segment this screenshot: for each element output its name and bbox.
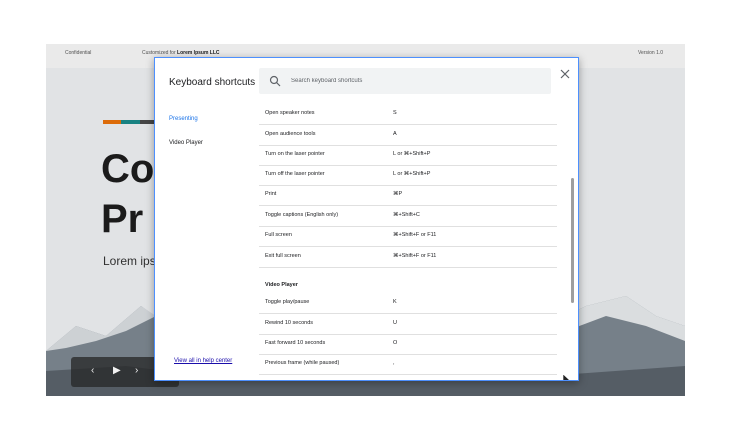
shortcut-key: , — [393, 360, 395, 366]
shortcut-label: Fast forward 10 seconds — [265, 340, 326, 346]
help-center-link[interactable]: View all in help center — [174, 358, 232, 364]
close-icon[interactable] — [559, 68, 571, 80]
scrollbar-thumb[interactable] — [571, 178, 574, 303]
shortcut-key: A — [393, 131, 397, 137]
search-box[interactable] — [259, 68, 551, 94]
section-heading-video-player: Video Player — [265, 282, 298, 288]
shortcut-label: Previous frame (while paused) — [265, 360, 340, 366]
shortcut-label: Toggle captions (English only) — [265, 212, 339, 218]
shortcut-key: ⌘+Shift+F or F11 — [393, 232, 437, 238]
shortcut-row: Open speaker notes S — [259, 104, 557, 125]
shortcut-label: Turn off the laser pointer — [265, 171, 325, 177]
shortcut-key: ⌘+Shift+C — [393, 212, 420, 218]
shortcut-label: Toggle play/pause — [265, 299, 310, 305]
shortcut-row: Turn off the laser pointer L or ⌘+Shift+… — [259, 165, 557, 186]
shortcut-key: O — [393, 340, 398, 346]
shortcut-label: Open speaker notes — [265, 110, 315, 116]
shortcut-row: Rewind 10 seconds U — [259, 314, 557, 335]
shortcut-key: U — [393, 320, 397, 326]
shortcut-key: L or ⌘+Shift+P — [393, 151, 431, 157]
shortcut-key: L or ⌘+Shift+P — [393, 171, 431, 177]
shortcut-label: Open audience tools — [265, 131, 316, 137]
search-icon — [269, 75, 281, 87]
shortcut-key: ⌘+Shift+F or F11 — [393, 253, 437, 259]
shortcut-label: Rewind 10 seconds — [265, 320, 314, 326]
shortcut-label: Exit full screen — [265, 253, 301, 259]
shortcut-row: Fast forward 10 seconds O — [259, 334, 557, 355]
shortcut-row: Print ⌘P — [259, 185, 557, 206]
shortcut-list: Open speaker notes S Open audience tools… — [259, 104, 559, 380]
shortcut-key: ⌘P — [393, 191, 403, 197]
shortcut-row: Toggle play/pause K — [259, 293, 557, 314]
shortcut-row: Turn on the laser pointer L or ⌘+Shift+P — [259, 145, 557, 166]
shortcut-key: S — [393, 110, 397, 116]
search-input[interactable] — [291, 73, 541, 89]
shortcut-row: Toggle captions (English only) ⌘+Shift+C — [259, 206, 557, 227]
sidebar-item-video-player[interactable]: Video Player — [169, 140, 203, 146]
sidebar-item-presenting[interactable]: Presenting — [169, 116, 198, 122]
shortcut-row: Exit full screen ⌘+Shift+F or F11 — [259, 247, 557, 268]
shortcut-label: Print — [265, 191, 277, 197]
shortcut-row: Full screen ⌘+Shift+F or F11 — [259, 226, 557, 247]
keyboard-shortcuts-dialog: Keyboard shortcuts Presenting Video Play… — [154, 57, 579, 381]
shortcut-row: Previous frame (while paused) , — [259, 354, 557, 375]
shortcut-label: Turn on the laser pointer — [265, 151, 325, 157]
dialog-title: Keyboard shortcuts — [169, 77, 256, 88]
mouse-cursor-icon — [563, 374, 570, 380]
shortcut-label: Full screen — [265, 232, 292, 238]
shortcut-key: K — [393, 299, 397, 305]
shortcut-row: Open audience tools A — [259, 125, 557, 146]
